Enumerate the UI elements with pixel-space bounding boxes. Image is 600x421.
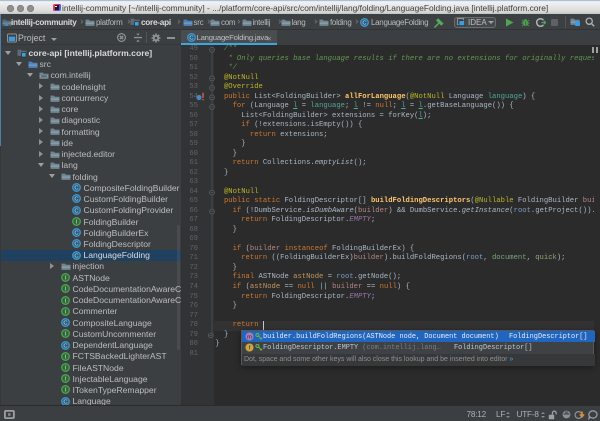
svg-text:C: C (74, 253, 78, 259)
svg-text:C: C (74, 197, 78, 203)
svg-text:C: C (189, 35, 193, 41)
svg-text:C: C (74, 208, 78, 214)
svg-text:C: C (74, 186, 78, 192)
svg-text:C: C (74, 242, 78, 248)
svg-text:C: C (74, 231, 78, 237)
svg-text:C: C (362, 20, 366, 26)
svg-text:C: C (63, 321, 67, 327)
svg-text:m: m (247, 335, 252, 341)
svg-text:C: C (63, 343, 67, 349)
